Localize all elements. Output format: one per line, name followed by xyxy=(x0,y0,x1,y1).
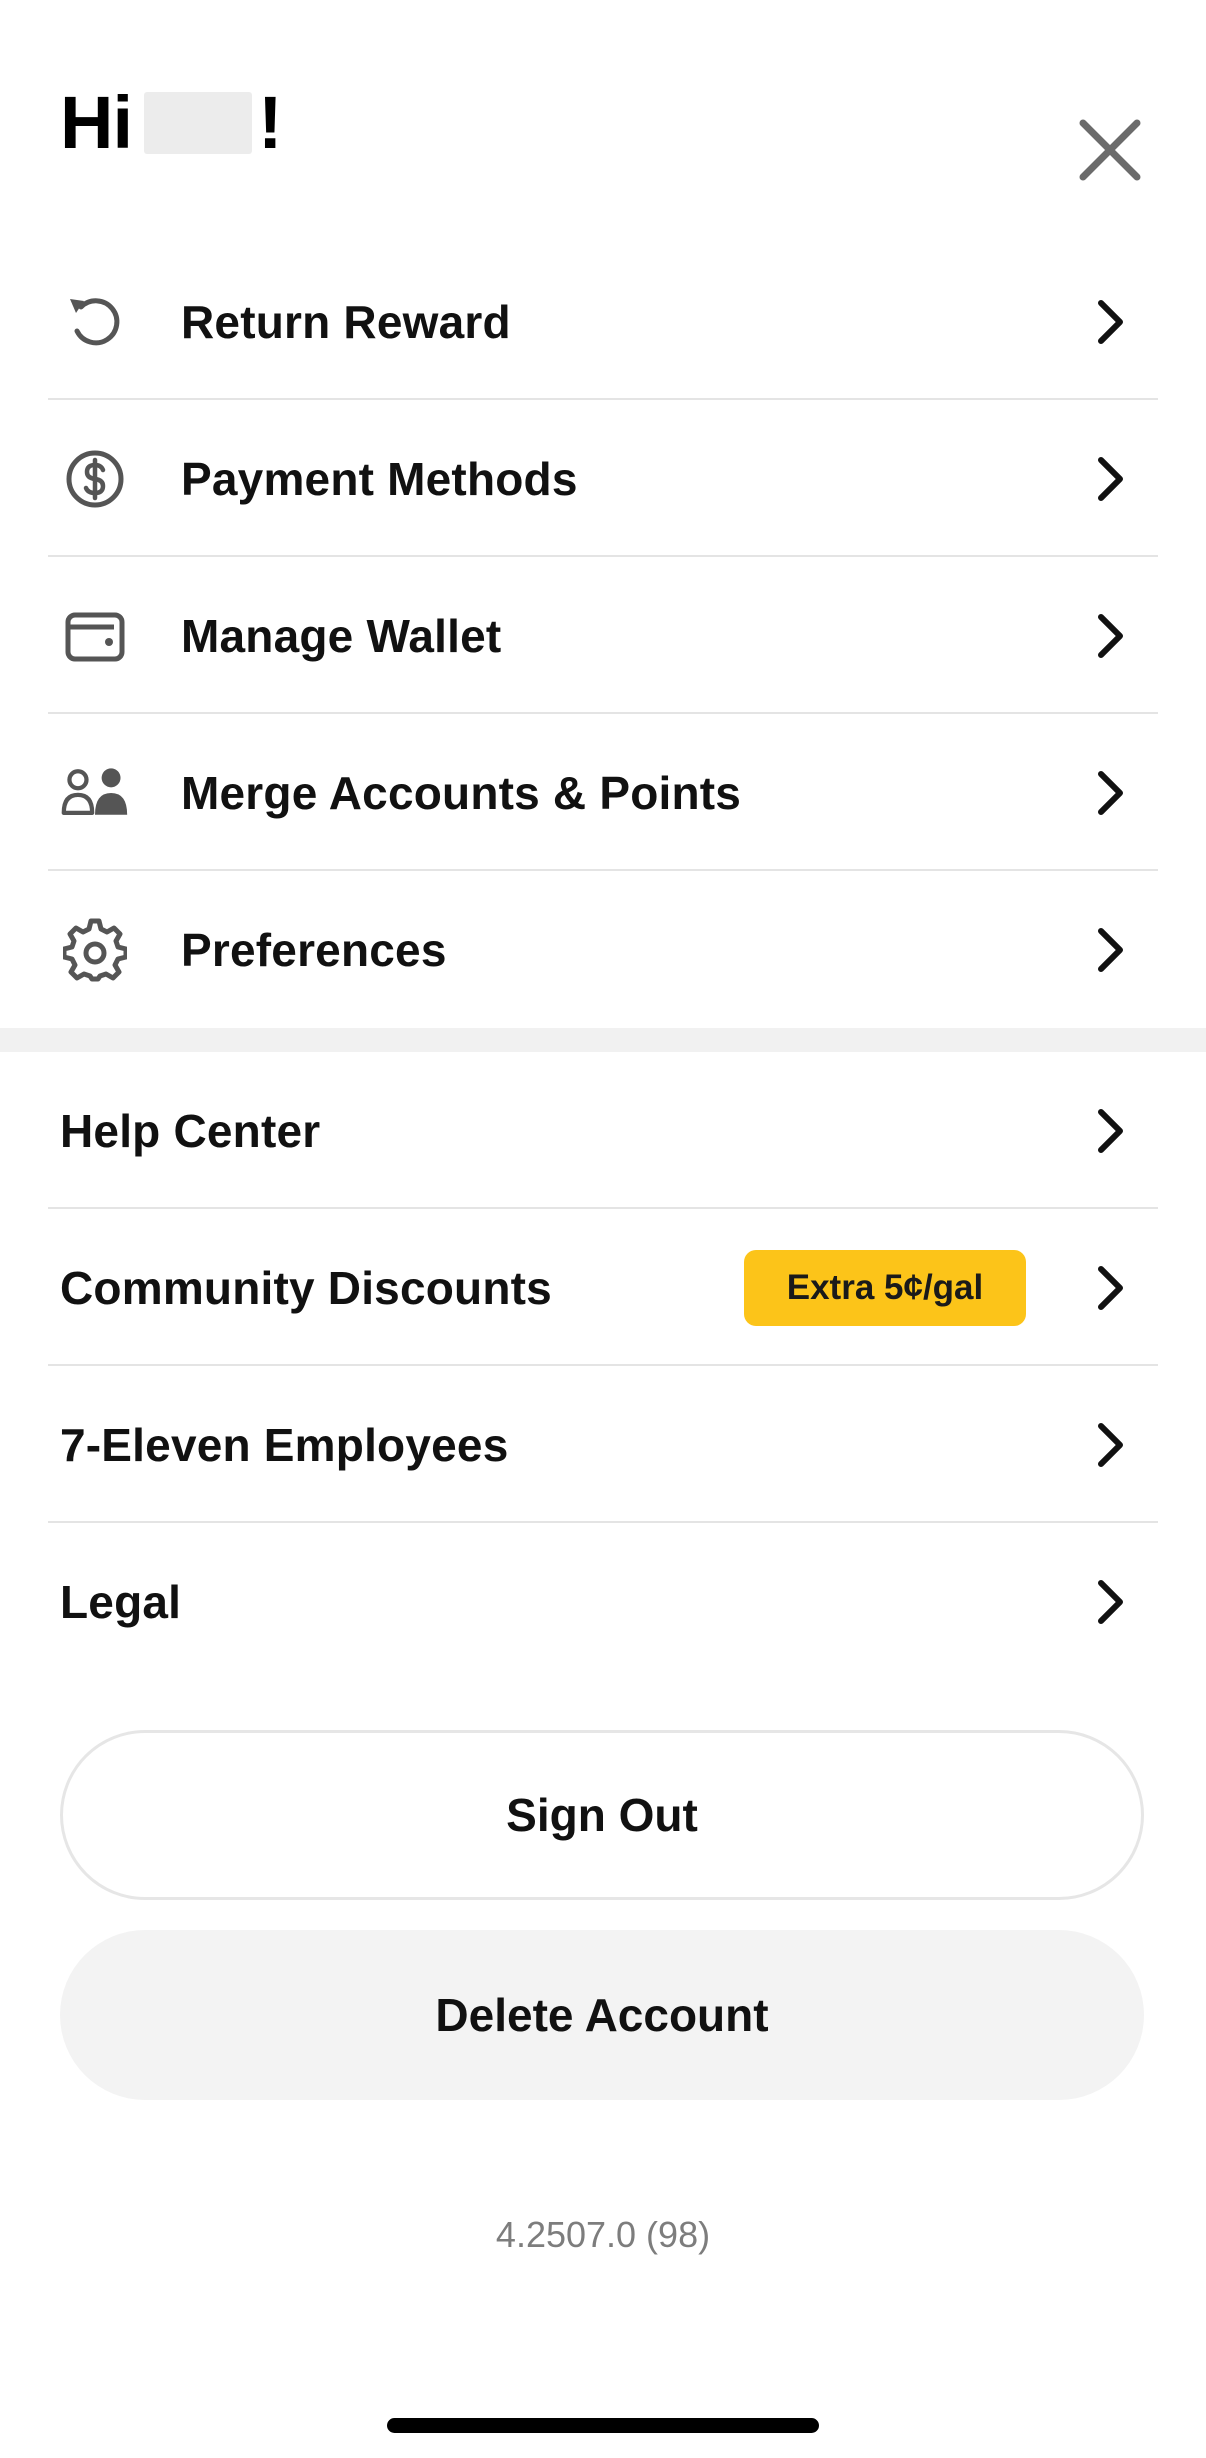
chevron-right-icon xyxy=(1090,606,1130,666)
account-menu: Return Reward Payment Methods Manage Wal… xyxy=(0,243,1206,1028)
menu-item-label: Merge Accounts & Points xyxy=(181,766,742,819)
discount-badge: Extra 5¢/gal xyxy=(744,1249,1026,1326)
menu-item-label: Preferences xyxy=(181,923,447,976)
support-menu: Help Center Community Discounts Extra 5¢… xyxy=(0,1052,1206,1680)
home-indicator[interactable] xyxy=(387,2418,819,2433)
menu-item-legal[interactable]: Legal xyxy=(0,1523,1206,1680)
chevron-right-icon xyxy=(1090,449,1130,509)
menu-item-return-reward[interactable]: Return Reward xyxy=(0,243,1206,400)
app-version: 4.2507.0 (98) xyxy=(495,2214,711,2255)
menu-item-payment-methods[interactable]: Payment Methods xyxy=(0,400,1206,557)
menu-item-employees[interactable]: 7-Eleven Employees xyxy=(0,1366,1206,1523)
chevron-right-icon xyxy=(1090,763,1130,823)
menu-item-manage-wallet[interactable]: Manage Wallet xyxy=(0,557,1206,714)
menu-item-community-discounts[interactable]: Community Discounts Extra 5¢/gal xyxy=(0,1209,1206,1366)
menu-item-label: Community Discounts xyxy=(60,1261,552,1314)
menu-item-label: Legal xyxy=(60,1575,182,1628)
close-icon xyxy=(1079,119,1141,181)
return-reward-icon xyxy=(60,287,130,357)
menu-item-label: Help Center xyxy=(60,1104,321,1157)
greeting-prefix: Hi xyxy=(60,81,133,164)
greeting: Hi ! xyxy=(60,80,283,165)
gear-icon xyxy=(60,915,130,985)
redacted-name xyxy=(144,91,252,154)
menu-item-label: Manage Wallet xyxy=(181,609,502,662)
delete-account-button[interactable]: Delete Account xyxy=(60,1930,1144,2100)
sign-out-button[interactable]: Sign Out xyxy=(60,1730,1144,1900)
chevron-right-icon xyxy=(1090,1572,1130,1632)
menu-item-label: 7-Eleven Employees xyxy=(60,1418,509,1471)
merge-users-icon xyxy=(60,758,130,828)
greeting-suffix: ! xyxy=(258,81,283,164)
menu-item-merge-accounts[interactable]: Merge Accounts & Points xyxy=(0,714,1206,871)
menu-item-help-center[interactable]: Help Center xyxy=(0,1052,1206,1209)
close-button[interactable] xyxy=(1072,112,1148,188)
chevron-right-icon xyxy=(1090,1415,1130,1475)
dollar-circle-icon xyxy=(60,444,130,514)
menu-item-preferences[interactable]: Preferences xyxy=(0,871,1206,1028)
section-separator xyxy=(0,1028,1206,1052)
chevron-right-icon xyxy=(1090,920,1130,980)
wallet-icon xyxy=(60,601,130,671)
chevron-right-icon xyxy=(1090,292,1130,352)
header: Hi ! xyxy=(0,0,1206,260)
chevron-right-icon xyxy=(1090,1101,1130,1161)
menu-item-label: Payment Methods xyxy=(181,452,578,505)
chevron-right-icon xyxy=(1090,1258,1130,1318)
menu-item-label: Return Reward xyxy=(181,295,511,348)
